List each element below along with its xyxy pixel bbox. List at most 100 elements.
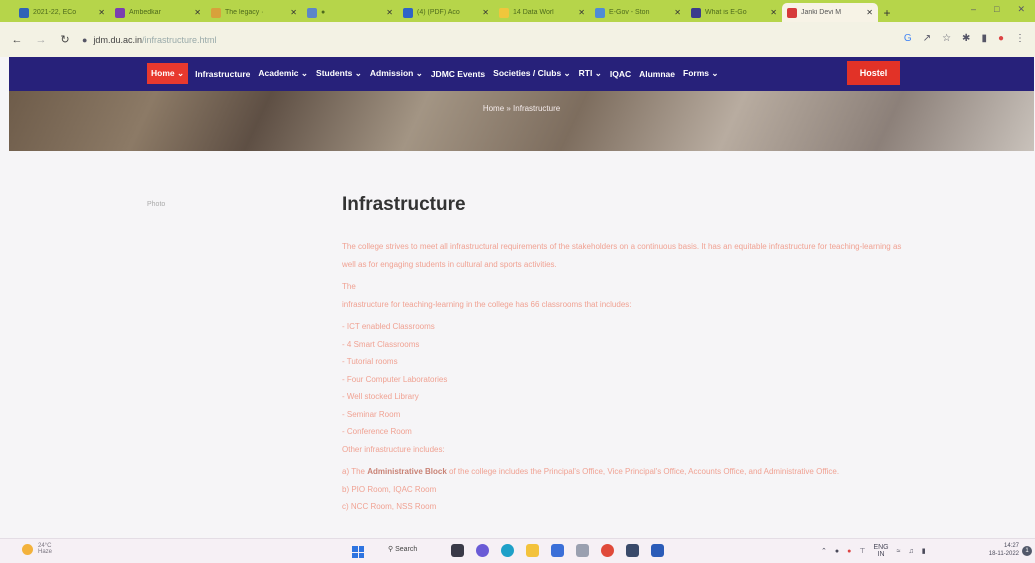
nav-item[interactable]: Forms ⌄ — [682, 64, 719, 83]
nav-item[interactable]: Academic ⌄ — [257, 64, 309, 83]
close-tab-icon[interactable]: ✕ — [98, 8, 105, 17]
nav-item[interactable]: Home ⌄ — [147, 63, 189, 84]
ncc-nss-line: c) NCC Room, NSS Room — [342, 502, 437, 511]
nav-item-label: Infrastructure — [195, 68, 251, 79]
close-tab-icon[interactable]: ✕ — [578, 8, 585, 17]
tab-title: Janki Devi M — [801, 9, 842, 16]
tab-favicon-icon — [211, 7, 221, 18]
chrome-icon[interactable] — [601, 544, 614, 557]
browser-tab[interactable]: Janki Devi M ✕ — [782, 3, 878, 22]
tab-favicon-icon — [787, 7, 797, 18]
word-icon[interactable] — [651, 544, 664, 557]
browser-tab[interactable]: 2021-22, ECo ✕ — [14, 3, 110, 22]
nav-item[interactable]: Alumnae — [638, 65, 676, 83]
browser-tab[interactable]: 14 Data Worl ✕ — [494, 3, 590, 22]
browser-tab[interactable]: What is E-Go ✕ — [686, 3, 782, 22]
admin-block-bold: Administrative Block — [367, 467, 447, 476]
extensions-icon[interactable]: ✱ — [962, 33, 970, 44]
photos-icon[interactable] — [576, 544, 589, 557]
region-label: IN — [877, 551, 885, 558]
nav-item-label: JDMC Events — [430, 68, 486, 79]
close-tab-icon[interactable]: ✕ — [866, 8, 873, 17]
task-view-icon[interactable] — [451, 544, 464, 557]
nav-item[interactable]: Infrastructure — [194, 65, 251, 83]
nav-item[interactable]: Students ⌄ — [315, 64, 363, 83]
nav-item-label: IQAC — [609, 68, 632, 79]
close-tab-icon[interactable]: ✕ — [386, 8, 393, 17]
tab-title: 14 Data Worl — [513, 9, 554, 16]
weather-widget[interactable]: 24°C Haze — [22, 543, 52, 555]
windows-start-icon[interactable] — [352, 546, 364, 558]
mic-icon[interactable]: ⊤ — [859, 547, 865, 555]
facility-item: - Well stocked Library — [342, 392, 419, 401]
close-tab-icon[interactable]: ✕ — [290, 8, 297, 17]
battery-icon[interactable]: ▮ — [922, 547, 926, 555]
browser-toolbar: G ↗ ☆ ✱ ▮ ● ⋮ — [904, 33, 1025, 44]
taskbar: 24°C Haze ⚲ Search ⌃ ● ● ⊤ ENG IN ≈ ♫ ▮ 14… — [0, 538, 1035, 563]
url-domain: jdm.du.ac.in — [93, 34, 142, 45]
tab-title: The legacy · — [225, 9, 264, 16]
admin-rest: of the college includes the Principal's … — [446, 467, 840, 476]
profile-icon[interactable]: ● — [998, 33, 1004, 44]
browser-tab[interactable]: E-Gov - Ston ✕ — [590, 3, 686, 22]
close-tab-icon[interactable]: ✕ — [194, 8, 201, 17]
close-tab-icon[interactable]: ✕ — [674, 8, 681, 17]
chevron-up-icon[interactable]: ⌃ — [821, 547, 827, 555]
nav-item[interactable]: IQAC — [609, 65, 632, 83]
forward-icon[interactable]: → — [34, 34, 48, 46]
chevron-down-icon: ⌄ — [352, 68, 362, 78]
google-icon[interactable]: G — [904, 33, 912, 44]
chevron-down-icon: ⌄ — [298, 68, 309, 78]
nav-item[interactable]: RTI ⌄ — [578, 64, 603, 83]
clock[interactable]: 14:27 18-11-2022 — [989, 542, 1019, 558]
close-tab-icon[interactable]: ✕ — [770, 8, 777, 17]
new-tab-button[interactable]: + — [878, 3, 896, 22]
lang-label: ENG — [873, 544, 889, 551]
browser-tab[interactable]: Ambedkar ✕ — [110, 3, 206, 22]
page-title: Infrastructure — [342, 194, 466, 215]
browser-tab[interactable]: ● ✕ — [302, 3, 398, 22]
minimize-icon[interactable]: – — [971, 4, 976, 15]
taskbar-apps — [451, 544, 664, 557]
tab-title: (4) (PDF) Aco — [417, 9, 460, 16]
share-icon[interactable]: ↗ — [923, 33, 931, 44]
bookmark-star-icon[interactable]: ☆ — [942, 33, 951, 44]
tray-app2-icon[interactable]: ● — [847, 548, 851, 555]
nav-item-label: Academic — [258, 68, 299, 78]
notification-badge[interactable]: 1 — [1022, 546, 1032, 556]
sidebar-icon[interactable]: ▮ — [981, 33, 987, 44]
pio-iqac-line: b) PIO Room, IQAC Room — [342, 484, 437, 494]
nav-item[interactable]: Admission ⌄ — [369, 64, 424, 83]
file-explorer-icon[interactable] — [526, 544, 539, 557]
wifi-icon[interactable]: ≈ — [897, 548, 901, 555]
address-bar: ← → ↻ ● jdm.du.ac.in/infrastructure.html… — [0, 22, 1035, 57]
close-tab-icon[interactable]: ✕ — [482, 8, 489, 17]
nav-item-label: Forms — [683, 68, 709, 78]
edge-icon[interactable] — [501, 544, 514, 557]
facility-list: - ICT enabled Classrooms - 4 Smart Classr… — [342, 318, 902, 441]
hostel-button[interactable]: Hostel — [847, 61, 900, 85]
nav-item-label: Home — [151, 68, 175, 78]
nav-item[interactable]: JDMC Events — [430, 65, 486, 83]
language-indicator[interactable]: ENG IN — [873, 544, 888, 558]
tab-favicon-icon — [595, 7, 605, 18]
app-icon[interactable] — [626, 544, 639, 557]
volume-icon[interactable]: ♫ — [908, 548, 913, 555]
browser-tab[interactable]: The legacy · ✕ — [206, 3, 302, 22]
url-field[interactable]: ● jdm.du.ac.in/infrastructure.html — [82, 35, 217, 45]
facility-item-label: Four Computer Laboratories — [346, 374, 448, 384]
facility-item: - Four Computer Laboratories — [342, 374, 448, 384]
store-icon[interactable] — [551, 544, 564, 557]
tray-app-icon[interactable]: ● — [835, 548, 839, 555]
menu-icon[interactable]: ⋮ — [1015, 33, 1025, 44]
browser-tab[interactable]: (4) (PDF) Aco ✕ — [398, 3, 494, 22]
back-icon[interactable]: ← — [10, 34, 24, 46]
taskbar-search[interactable]: ⚲ Search — [388, 545, 417, 553]
reload-icon[interactable]: ↻ — [58, 33, 72, 46]
chat-icon[interactable] — [476, 544, 489, 557]
close-window-icon[interactable]: ✕ — [1017, 4, 1025, 15]
tab-favicon-icon — [307, 7, 317, 18]
system-tray: ⌃ ● ● ⊤ ENG IN ≈ ♫ ▮ — [821, 544, 926, 558]
maximize-icon[interactable]: □ — [994, 4, 999, 15]
nav-item[interactable]: Societies / Clubs ⌄ — [492, 64, 572, 83]
